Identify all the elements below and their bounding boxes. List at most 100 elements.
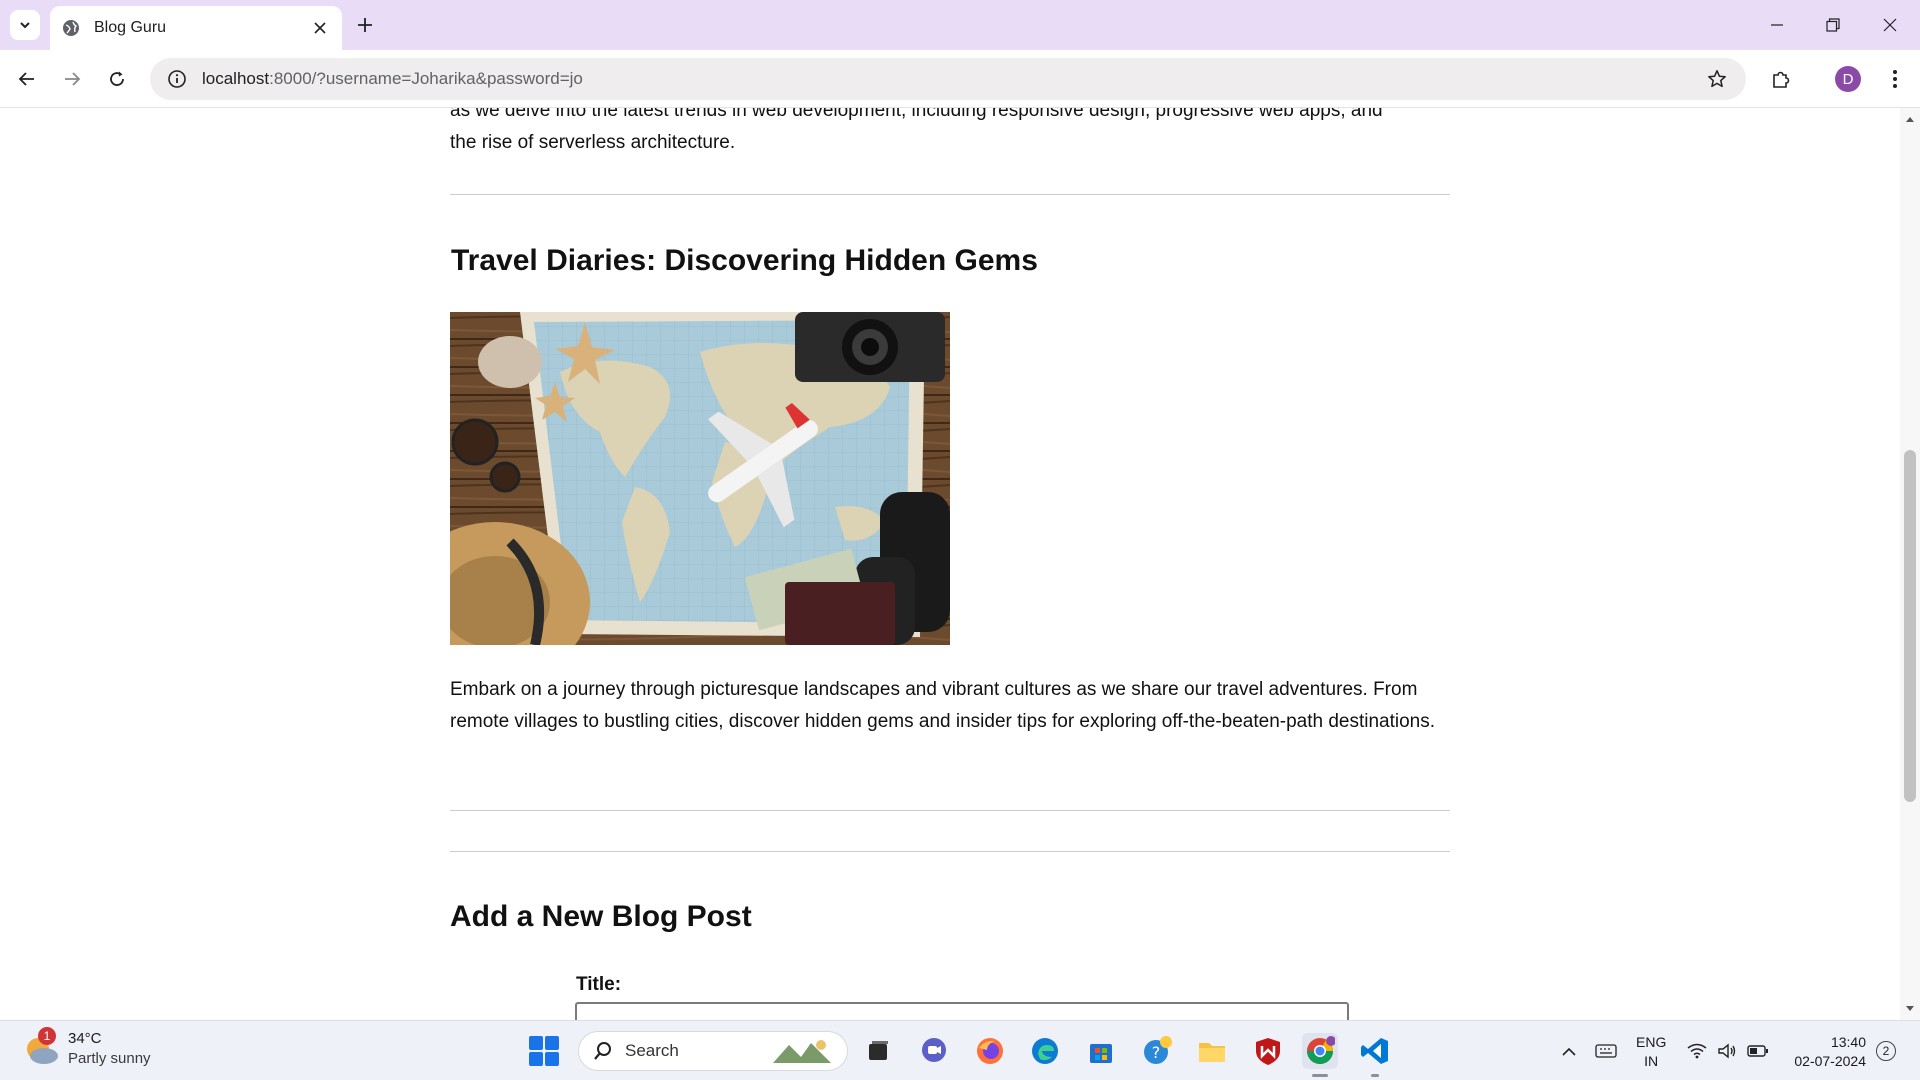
chat-app-button[interactable] [916, 1033, 952, 1069]
close-window-button[interactable] [1873, 8, 1907, 42]
post-divider [450, 810, 1450, 811]
globe-icon [63, 20, 79, 36]
close-icon [1883, 18, 1897, 32]
post-title: Travel Diaries: Discovering Hidden Gems [451, 244, 1038, 277]
puzzle-icon [1773, 71, 1790, 88]
site-info-icon[interactable] [166, 68, 188, 90]
edge-button[interactable] [1027, 1033, 1063, 1069]
add-post-heading: Add a New Blog Post [450, 900, 752, 933]
weather-condition: Partly sunny [68, 1050, 151, 1067]
start-button[interactable] [528, 1035, 560, 1067]
weather-alert-badge: 1 [38, 1027, 56, 1045]
restore-button[interactable] [1816, 8, 1850, 42]
notification-badge[interactable]: 2 [1876, 1041, 1896, 1061]
reload-button[interactable] [100, 62, 134, 96]
file-explorer-button[interactable] [1194, 1033, 1230, 1069]
bookmark-star-icon[interactable] [1704, 66, 1730, 92]
keyboard-tray-icon[interactable] [1593, 1039, 1619, 1063]
store-button[interactable] [1083, 1033, 1119, 1069]
back-arrow-icon [18, 72, 34, 86]
more-vertical-icon [1893, 70, 1897, 88]
minimize-icon [1771, 24, 1783, 26]
page-scrollbar[interactable] [1900, 108, 1920, 1020]
form-divider [450, 851, 1450, 852]
battery-tray-icon[interactable] [1745, 1039, 1771, 1063]
restore-icon [1826, 18, 1840, 32]
scroll-down-icon[interactable] [1905, 1004, 1915, 1014]
weather-temperature: 34°C [68, 1030, 102, 1047]
page-viewport: as we delve into the latest trends in we… [0, 108, 1900, 1020]
browser-toolbar: localhost:8000/?username=Joharika&passwo… [0, 50, 1920, 108]
weather-widget[interactable]: 1 34°C Partly sunny [22, 1027, 151, 1069]
scrollbar-thumb[interactable] [1904, 450, 1916, 802]
firefox-button[interactable] [972, 1033, 1008, 1069]
chrome-button[interactable] [1302, 1033, 1338, 1077]
post-image [450, 312, 950, 645]
vscode-button[interactable] [1357, 1033, 1393, 1077]
scroll-up-icon[interactable] [1905, 114, 1915, 124]
running-app-indicator [1371, 1074, 1379, 1077]
url-path: :8000/?username=Joharika&password=jo [269, 69, 583, 88]
vscode-icon [1361, 1038, 1388, 1064]
language-code: ENG [1636, 1034, 1667, 1050]
clock-date: 02-07-2024 [1794, 1053, 1866, 1069]
firefox-icon [977, 1038, 1003, 1064]
back-button[interactable] [10, 62, 44, 96]
browser-tab-active[interactable]: Blog Guru [50, 6, 342, 50]
chevron-up-icon [1562, 1047, 1576, 1056]
keyboard-icon [1595, 1044, 1617, 1058]
volume-tray-icon[interactable] [1714, 1039, 1740, 1063]
previous-post-text-cut: as we delve into the latest trends in we… [450, 108, 1383, 121]
svg-text:?: ? [1152, 1043, 1161, 1062]
store-icon [1090, 1044, 1112, 1063]
task-view-icon [869, 1041, 888, 1060]
reload-icon [110, 71, 124, 86]
active-app-indicator [1312, 1074, 1328, 1077]
windows-taskbar: 1 34°C Partly sunny Search ? ENG IN 13:4… [0, 1020, 1920, 1080]
title-input[interactable] [575, 1002, 1349, 1020]
shield-icon [1256, 1038, 1280, 1065]
close-tab-icon[interactable] [310, 18, 330, 38]
edge-icon [1032, 1038, 1058, 1064]
tab-search-button[interactable] [10, 10, 40, 40]
new-tab-button[interactable] [352, 12, 378, 38]
folder-icon [1199, 1043, 1225, 1062]
region-code: IN [1644, 1053, 1659, 1069]
wifi-tray-icon[interactable] [1684, 1039, 1710, 1063]
post-divider [450, 194, 1450, 195]
search-icon [594, 1042, 611, 1060]
url-text[interactable]: localhost:8000/?username=Joharika&passwo… [202, 69, 1704, 89]
chat-icon [922, 1038, 946, 1062]
extensions-button[interactable] [1764, 62, 1798, 96]
task-view-button[interactable] [860, 1033, 896, 1069]
mcafee-button[interactable] [1250, 1033, 1286, 1069]
profile-avatar[interactable]: D [1835, 66, 1861, 92]
address-bar[interactable]: localhost:8000/?username=Joharika&passwo… [150, 58, 1746, 100]
language-indicator[interactable]: ENG IN [1636, 1033, 1666, 1071]
get-help-button[interactable]: ? [1139, 1033, 1175, 1069]
show-hidden-icons-button[interactable] [1555, 1039, 1583, 1063]
windows-logo-icon [529, 1036, 559, 1066]
previous-post-text: as we delve into the latest trends in we… [450, 108, 1450, 159]
tab-title: Blog Guru [94, 19, 167, 36]
forward-arrow-icon [65, 72, 81, 86]
tab-strip: Blog Guru [0, 0, 1920, 50]
weather-icon: 1 [22, 1027, 62, 1069]
taskbar-search[interactable]: Search [578, 1031, 848, 1071]
browser-menu-button[interactable] [1880, 62, 1910, 96]
battery-icon [1747, 1045, 1768, 1057]
url-host: localhost [202, 69, 270, 88]
minimize-button[interactable] [1760, 8, 1794, 42]
forward-button[interactable] [55, 62, 89, 96]
chevron-down-icon [20, 22, 30, 29]
system-clock[interactable]: 13:40 02-07-2024 [1786, 1033, 1866, 1071]
search-label: Search [625, 1041, 679, 1060]
plus-icon [358, 18, 372, 32]
previous-post-text-end: the rise of serverless architecture. [450, 132, 736, 153]
speaker-icon [1718, 1043, 1736, 1059]
clock-time: 13:40 [1830, 1034, 1866, 1050]
help-app-icon: ? [1144, 1036, 1172, 1064]
wifi-icon [1687, 1043, 1707, 1059]
title-label: Title: [576, 974, 622, 995]
post-body: Embark on a journey through picturesque … [450, 679, 1436, 732]
